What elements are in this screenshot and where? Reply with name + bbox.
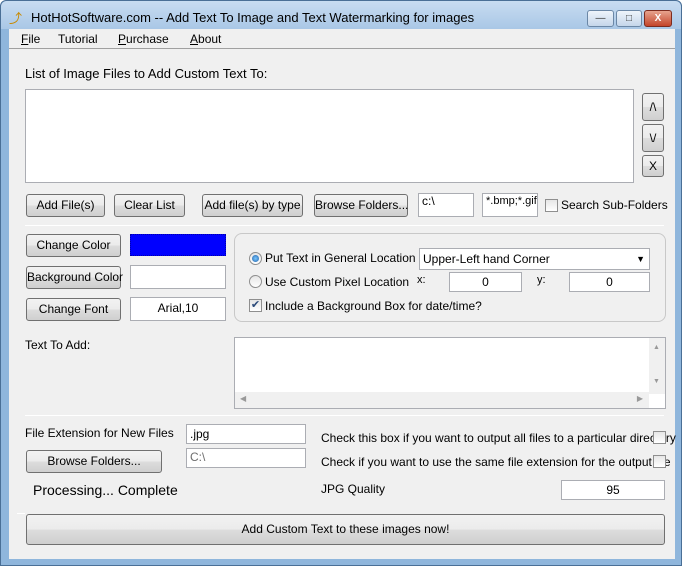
menu-file[interactable]: File bbox=[21, 32, 40, 46]
text-to-add-input[interactable]: ▲ ▼ ◀ ▶ bbox=[234, 337, 666, 409]
app-logo-icon: ⤴ bbox=[9, 11, 23, 26]
menu-about-accel: A bbox=[190, 32, 199, 46]
x-input[interactable]: 0 bbox=[449, 272, 522, 292]
move-up-button[interactable]: /\ bbox=[642, 93, 664, 121]
jpg-quality-input[interactable]: 95 bbox=[561, 480, 665, 500]
folder-input[interactable]: c:\ bbox=[418, 193, 474, 217]
scroll-left-icon[interactable]: ◀ bbox=[240, 394, 246, 403]
output-directory-checkbox[interactable] bbox=[653, 431, 666, 444]
file-extension-label: File Extension for New Files bbox=[25, 426, 174, 440]
general-location-radio[interactable] bbox=[249, 252, 262, 265]
clear-list-button[interactable]: Clear List bbox=[114, 194, 185, 217]
separator bbox=[25, 415, 664, 416]
y-label: y: bbox=[537, 274, 546, 286]
menu-purchase-rest: urchase bbox=[126, 32, 169, 46]
menu-about-rest: bout bbox=[198, 32, 222, 46]
scroll-right-icon[interactable]: ▶ bbox=[637, 394, 643, 403]
browse-folders-button[interactable]: Browse Folders... bbox=[314, 194, 408, 217]
move-down-button[interactable]: \/ bbox=[642, 124, 664, 152]
horizontal-scrollbar[interactable]: ◀ ▶ bbox=[235, 392, 649, 408]
separator bbox=[17, 513, 25, 514]
jpg-quality-label: JPG Quality bbox=[321, 482, 386, 496]
file-extension-input[interactable]: .jpg bbox=[186, 424, 306, 444]
general-location-select[interactable]: Upper-Left hand Corner ▼ bbox=[419, 248, 650, 270]
minimize-button[interactable]: — bbox=[587, 10, 614, 27]
file-list-label: List of Image Files to Add Custom Text T… bbox=[25, 66, 268, 81]
text-to-add-label: Text To Add: bbox=[25, 338, 91, 352]
general-location-value: Upper-Left hand Corner bbox=[423, 252, 550, 266]
background-box-label: Include a Background Box for date/time? bbox=[265, 299, 482, 313]
custom-location-radio[interactable] bbox=[249, 275, 262, 288]
status-text: Processing... Complete bbox=[33, 482, 178, 498]
background-box-checkbox[interactable]: ✔ bbox=[249, 299, 262, 312]
change-font-button[interactable]: Change Font bbox=[26, 298, 121, 321]
x-label: x: bbox=[417, 274, 426, 286]
menu-tutorial[interactable]: Tutorial bbox=[58, 32, 98, 46]
close-button[interactable]: X bbox=[644, 10, 672, 27]
vertical-scrollbar[interactable]: ▲ ▼ bbox=[649, 338, 665, 394]
background-color-button[interactable]: Background Color bbox=[26, 266, 123, 289]
separator bbox=[25, 225, 664, 226]
menu-file-rest: ile bbox=[28, 32, 41, 46]
change-color-button[interactable]: Change Color bbox=[26, 234, 121, 257]
same-extension-checkbox[interactable] bbox=[653, 455, 666, 468]
window-title: HotHotSoftware.com -- Add Text To Image … bbox=[31, 10, 475, 25]
title-bar: ⤴ HotHotSoftware.com -- Add Text To Imag… bbox=[1, 1, 681, 29]
output-browse-folders-button[interactable]: Browse Folders... bbox=[26, 450, 162, 473]
search-subfolders-label: Search Sub-Folders bbox=[561, 198, 668, 212]
y-input[interactable]: 0 bbox=[569, 272, 650, 292]
general-location-label: Put Text in General Location bbox=[265, 251, 416, 265]
maximize-button[interactable]: □ bbox=[616, 10, 642, 27]
menu-purchase-accel: P bbox=[118, 32, 127, 46]
client-area: File Tutorial Purchase About List of Ima… bbox=[9, 29, 676, 559]
file-list[interactable] bbox=[25, 89, 634, 183]
text-color-swatch bbox=[130, 234, 226, 256]
font-value-field: Arial,10 bbox=[130, 297, 226, 321]
menu-purchase[interactable]: Purchase bbox=[118, 32, 169, 46]
background-color-swatch bbox=[130, 265, 226, 289]
remove-file-button[interactable]: X bbox=[642, 155, 664, 177]
file-types-input[interactable]: *.bmp;*.gif; bbox=[482, 193, 538, 217]
scroll-up-icon[interactable]: ▲ bbox=[653, 344, 660, 351]
output-directory-label: Check this box if you want to output all… bbox=[321, 431, 676, 445]
add-files-button[interactable]: Add File(s) bbox=[26, 194, 105, 217]
add-files-by-type-button[interactable]: Add file(s) by type bbox=[202, 194, 303, 217]
run-button[interactable]: Add Custom Text to these images now! bbox=[26, 514, 665, 545]
search-subfolders-checkbox[interactable] bbox=[545, 199, 558, 212]
output-directory-input[interactable]: C:\ bbox=[186, 448, 306, 468]
scroll-down-icon[interactable]: ▼ bbox=[653, 378, 660, 385]
menu-about[interactable]: About bbox=[190, 32, 221, 46]
custom-location-label: Use Custom Pixel Location bbox=[265, 275, 410, 289]
menu-bar: File Tutorial Purchase About bbox=[9, 29, 675, 49]
app-window: ⤴ HotHotSoftware.com -- Add Text To Imag… bbox=[0, 0, 682, 566]
same-extension-label: Check if you want to use the same file e… bbox=[321, 455, 671, 469]
chevron-down-icon: ▼ bbox=[636, 254, 645, 264]
